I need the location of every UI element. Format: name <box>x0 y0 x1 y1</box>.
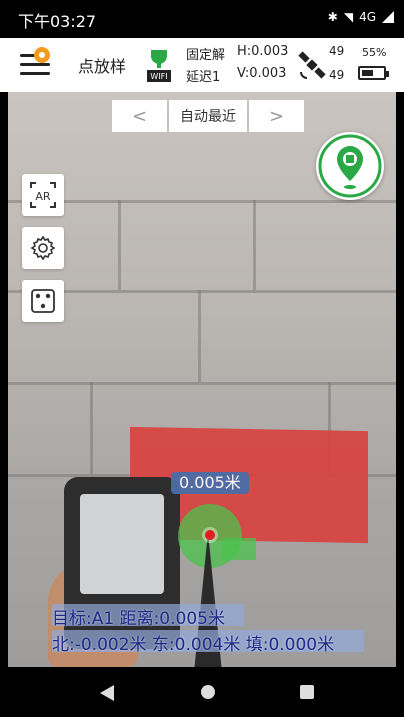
stakeout-mode-button[interactable] <box>316 132 384 200</box>
controller-screen-image <box>80 494 164 594</box>
status-icons: ✱ ◥ 4G <box>328 10 394 24</box>
ar-icon: AR <box>30 182 56 208</box>
satellite-icon[interactable] <box>297 50 327 80</box>
target-zone-flag <box>222 538 256 560</box>
target-point-marker <box>205 530 215 540</box>
satellites-tracked: 49 <box>329 68 345 82</box>
receiver-icon: WIFI <box>147 50 171 82</box>
ar-button[interactable]: AR <box>22 174 64 216</box>
camera-view[interactable]: < 自动最近 > AR 0.005米 目标:A1 距离:0.005米 北:-0.… <box>8 92 396 667</box>
offset-info: 北:-0.002米 东:0.004米 填:0.000米 <box>52 635 335 655</box>
battery-fill <box>362 70 373 76</box>
status-time: 下午03:27 <box>18 12 97 31</box>
battery-percent: 55% <box>362 46 387 59</box>
dice-icon <box>31 289 55 313</box>
auto-nearest-button[interactable]: 自动最近 <box>169 100 247 132</box>
target-info: 目标:A1 距离:0.005米 <box>52 609 225 629</box>
settings-button[interactable] <box>22 227 64 269</box>
v-precision: V:0.003 <box>237 66 287 81</box>
menu-icon <box>20 47 50 75</box>
gnss-status-icon[interactable]: WIFI <box>146 46 172 84</box>
next-point-button[interactable]: > <box>249 100 304 132</box>
menu-button[interactable] <box>18 46 54 82</box>
network-label: 4G <box>359 10 376 24</box>
status-bar: 下午03:27 ✱ ◥ 4G <box>0 0 404 38</box>
satellites-used: 49 <box>329 44 345 58</box>
point-navigator: < 自动最近 > <box>112 100 304 132</box>
ar-label: AR <box>35 190 51 203</box>
random-tool-button[interactable] <box>22 280 64 322</box>
home-icon[interactable] <box>201 685 215 699</box>
delay-status: 延迟1 <box>186 70 221 85</box>
location-pin-icon <box>318 134 382 198</box>
system-nav-bar <box>0 667 404 717</box>
prev-point-button[interactable]: < <box>112 100 167 132</box>
wifi-icon: ◥ <box>343 10 354 24</box>
h-precision: H:0.003 <box>237 44 289 59</box>
recents-icon[interactable] <box>300 685 314 699</box>
fix-status: 固定解 <box>186 48 226 63</box>
bluetooth-icon: ✱ <box>327 10 338 24</box>
gear-icon <box>30 235 56 261</box>
app-bar: 点放样 WIFI 固定解 延迟1 H:0.003 V:0.003 49 49 5… <box>0 38 404 92</box>
page-title: 点放样 <box>78 57 127 76</box>
wifi-label: WIFI <box>150 72 167 81</box>
battery-icon <box>358 66 389 80</box>
distance-tag: 0.005米 <box>171 472 249 494</box>
signal-icon <box>382 11 394 23</box>
back-icon[interactable] <box>100 685 114 701</box>
